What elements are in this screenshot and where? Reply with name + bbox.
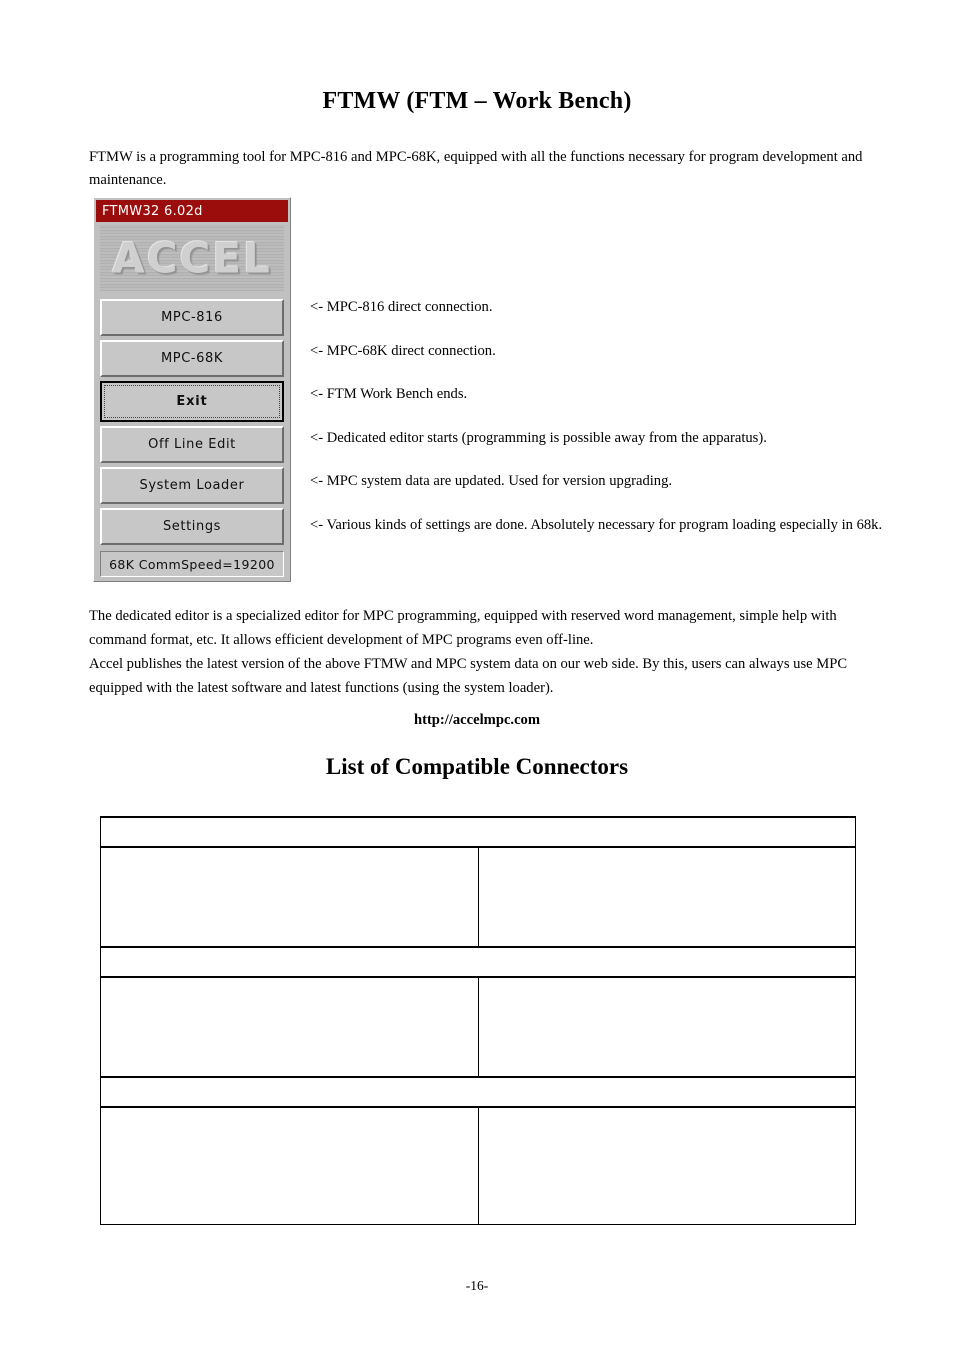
mpc68k-button[interactable]: MPC-68K — [100, 340, 284, 377]
band-cell — [100, 1076, 856, 1108]
ftmw-app-window: FTMW32 6.02d ACCEL MPC-816 MPC-68K Exit … — [93, 197, 291, 582]
settings-button[interactable]: Settings — [100, 508, 284, 545]
table-cell-right — [477, 976, 856, 1078]
app-titlebar: FTMW32 6.02d — [96, 200, 288, 222]
exit-button[interactable]: Exit — [100, 381, 284, 422]
annotation-list: <- MPC-816 direct connection. <- MPC-68K… — [310, 300, 910, 561]
body-text-block: The dedicated editor is a specialized ed… — [89, 604, 869, 700]
intro-paragraph: FTMW is a programming tool for MPC-816 a… — [89, 149, 863, 188]
compatible-connectors-table — [100, 816, 856, 1225]
app-button-stack: MPC-816 MPC-68K Exit Off Line Edit Syste… — [100, 299, 284, 545]
band-cell — [100, 946, 856, 978]
table-band-row — [100, 816, 856, 848]
table-row — [100, 1106, 856, 1225]
table-row — [100, 846, 856, 948]
off-line-edit-button[interactable]: Off Line Edit — [100, 426, 284, 463]
mpc816-button[interactable]: MPC-816 — [100, 299, 284, 336]
table-cell-left — [100, 976, 479, 1078]
annotation-mpc816: <- MPC-816 direct connection. — [310, 299, 493, 315]
body-paragraph-2: Accel publishes the latest version of th… — [89, 656, 848, 696]
accel-logo-banner: ACCEL — [100, 225, 284, 291]
annotation-off-line-edit: <- Dedicated editor starts (programming … — [310, 429, 767, 446]
table-cell-left — [100, 1106, 479, 1225]
band-cell — [100, 816, 856, 848]
app-statusbar: 68K CommSpeed=19200 — [100, 551, 284, 577]
table-cell-left — [100, 846, 479, 948]
exit-button-label: Exit — [104, 385, 280, 418]
table-cell-right — [477, 846, 856, 948]
table-band-row — [100, 946, 856, 978]
website-url[interactable]: http://accelmpc.com — [0, 712, 954, 729]
page-number-footer: -16- — [465, 1278, 489, 1293]
table-band-row — [100, 1076, 856, 1108]
accel-logo-wordmark: ACCEL — [112, 233, 272, 283]
annotation-settings: <- Various kinds of settings are done. A… — [310, 516, 883, 533]
table-cell-right — [477, 1106, 856, 1225]
system-loader-button[interactable]: System Loader — [100, 467, 284, 504]
section-title: List of Compatible Connectors — [325, 754, 629, 779]
body-paragraph-1: The dedicated editor is a specialized ed… — [89, 608, 837, 648]
app-title-text: FTMW32 6.02d — [102, 203, 203, 219]
annotation-system-loader: <- MPC system data are updated. Used for… — [310, 473, 673, 489]
annotation-exit: <- FTM Work Bench ends. — [310, 386, 468, 402]
table-row — [100, 976, 856, 1078]
page-title: FTMW (FTM – Work Bench) — [322, 88, 632, 114]
document-page: FTMW (FTM – Work Bench) FTMW is a progra… — [0, 0, 954, 1351]
annotation-mpc68k: <- MPC-68K direct connection. — [310, 342, 496, 359]
